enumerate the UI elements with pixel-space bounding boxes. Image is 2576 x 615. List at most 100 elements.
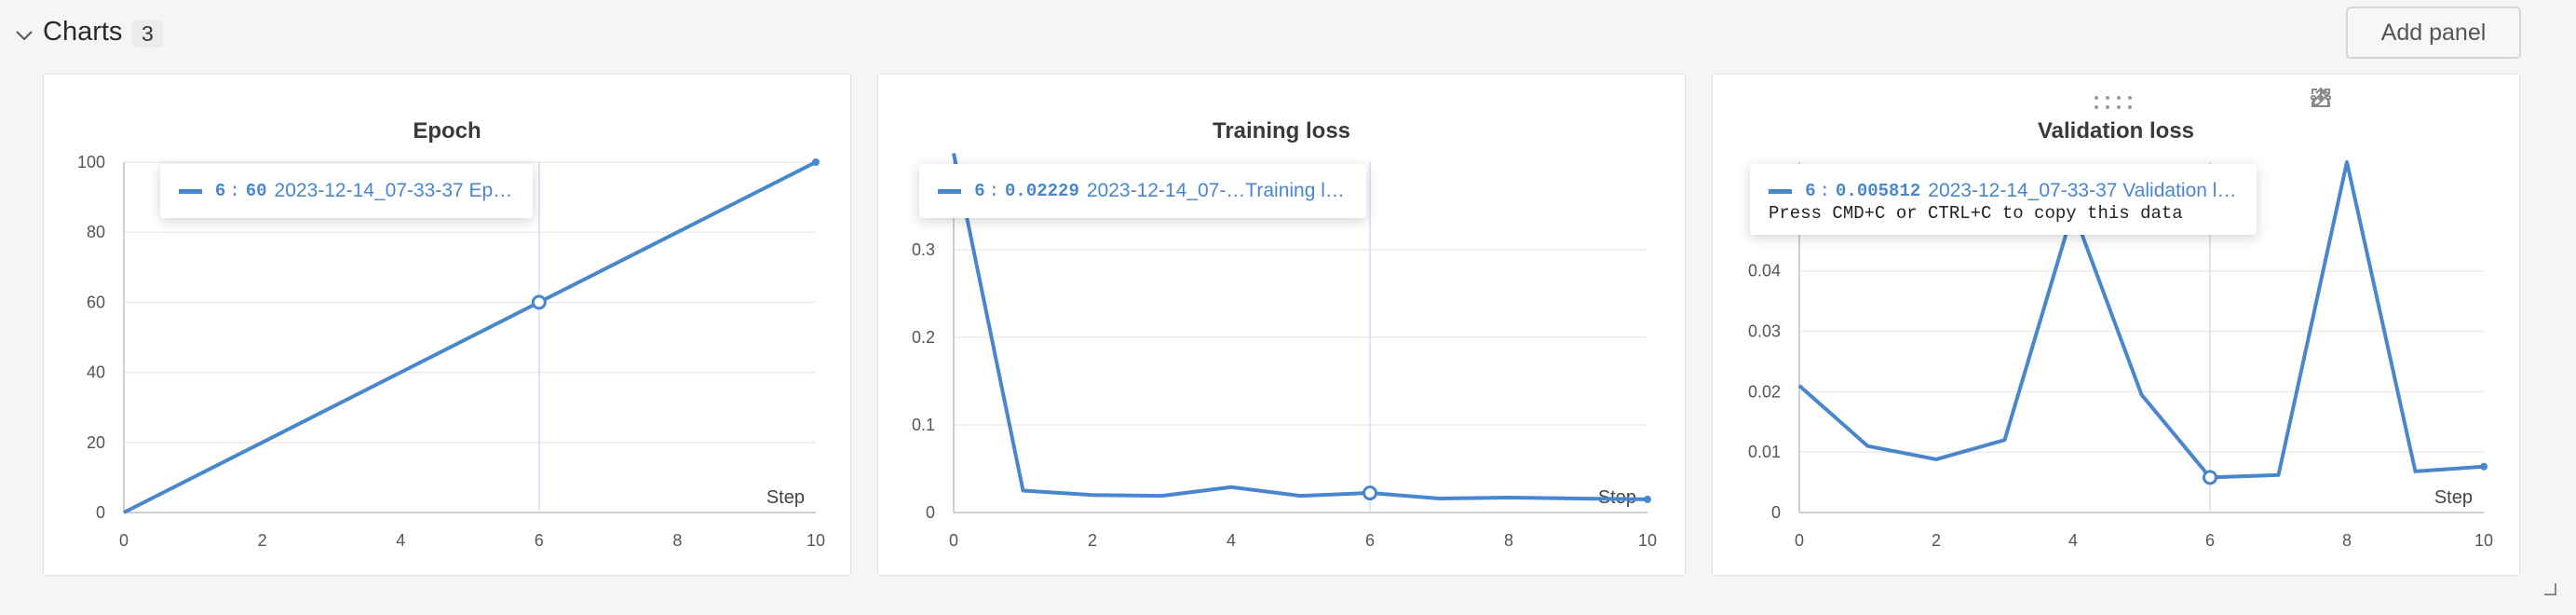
hover-point-marker (1363, 485, 1377, 501)
hover-point-marker (2203, 470, 2217, 485)
x-tick-label: 0 (119, 531, 129, 550)
more-icon[interactable] (2310, 86, 2501, 116)
tooltip-value: 60 (245, 181, 267, 201)
tooltip-value: 0.005812 (1836, 181, 1921, 201)
data-point (331, 406, 332, 408)
x-tick-label: 4 (396, 531, 405, 550)
x-tick-label: 4 (2068, 531, 2078, 550)
data-point (262, 442, 264, 444)
tooltip-step: 6 (1805, 181, 1816, 201)
data-point (2278, 474, 2279, 476)
data-point (1935, 458, 1937, 460)
y-tick-label: 0.01 (1748, 443, 1781, 461)
tooltip-run-name: 2023-12-14_07-33-37 Validation loss (1928, 180, 2238, 201)
panel-toolbar (2309, 86, 2501, 116)
data-point (2004, 439, 2005, 441)
section-count-badge: 3 (132, 20, 163, 48)
add-panel-button[interactable]: Add panel (2346, 7, 2521, 59)
resize-handle-icon[interactable] (2541, 580, 2559, 598)
x-tick-label: 2 (1088, 531, 1097, 550)
x-tick-label: 10 (1638, 531, 1657, 550)
charts-section-header: Charts 3 Add panel (0, 0, 2576, 67)
tooltip-run-name: 2023-12-14_07-…Training loss (1086, 180, 1348, 201)
x-tick-label: 8 (1504, 531, 1513, 550)
training-loss-chart: 00.10.20.30 2 4 6 8 10Step (912, 153, 1657, 550)
data-point (2141, 394, 2142, 396)
data-point (1578, 498, 1579, 499)
data-point (192, 476, 194, 478)
x-tick-label: 0 (949, 531, 958, 550)
panel-title: Training loss (1212, 118, 1351, 144)
x-tick-label: 10 (2474, 531, 2493, 550)
edit-icon[interactable] (2312, 86, 2393, 116)
x-tick-label: 6 (2205, 531, 2215, 550)
y-tick-label: 0.3 (912, 240, 935, 259)
chart-panel-training-loss[interactable]: 0 0.1 0.2 0.3 0 2 4 6 8 10 Step Training loss 6: 0… (877, 74, 1686, 576)
series-swatch (1769, 188, 1793, 194)
data-point (1798, 385, 1800, 387)
fullscreen-icon[interactable] (2312, 86, 2447, 116)
chart-tooltip: 6: 60 2023-12-14_07-33-37 Epoch (160, 164, 533, 218)
x-tick-label: 2 (258, 531, 267, 550)
series-swatch (179, 188, 202, 194)
y-tick-label: 0.1 (912, 416, 935, 434)
data-point (607, 266, 609, 268)
x-axis-label: Step (766, 487, 805, 508)
y-tick-label: 60 (87, 293, 105, 311)
data-point (953, 153, 955, 155)
data-point (2415, 471, 2416, 472)
y-tick-label: 40 (87, 363, 105, 382)
data-point (1091, 494, 1093, 496)
chart-panel-validation-loss[interactable]: 0 0.01 0.02 0.03 0.04 0 2 4 6 8 10 Step Validation … (1712, 74, 2520, 576)
x-tick-label: 6 (535, 531, 544, 550)
data-point (1161, 495, 1162, 497)
data-point (1230, 486, 1232, 488)
tooltip-run-name: 2023-12-14_07-33-37 Epoch (274, 180, 514, 201)
data-point (123, 512, 125, 513)
panel-title: Epoch (413, 118, 481, 144)
chevron-down-icon[interactable] (11, 22, 37, 48)
hover-point-marker (531, 294, 547, 310)
x-tick-label: 10 (807, 531, 825, 550)
drag-handle-icon[interactable] (2093, 93, 2134, 112)
y-tick-label: 100 (77, 153, 105, 171)
end-point-marker (1644, 495, 1651, 503)
y-tick-label: 80 (87, 223, 105, 241)
chart-panel-epoch[interactable]: 0 20 40 60 80 100 0 2 4 6 8 10 Step Epoch 6: 60 2023… (43, 74, 851, 576)
x-tick-label: 6 (1365, 531, 1375, 550)
end-point-marker (812, 158, 820, 166)
x-axis-label: Step (2434, 487, 2473, 508)
data-point (469, 336, 470, 338)
tooltip-value: 0.02229 (1005, 181, 1079, 201)
data-point (400, 372, 401, 374)
section-title[interactable]: Charts (43, 17, 122, 48)
y-tick-label: 0 (926, 503, 935, 522)
y-tick-label: 0.2 (912, 328, 935, 347)
data-point (1023, 490, 1024, 491)
series-swatch (938, 188, 962, 194)
data-point (1439, 498, 1440, 499)
y-tick-label: 0.03 (1748, 322, 1781, 341)
data-point (1508, 497, 1510, 499)
y-tick-label: 0 (1771, 503, 1781, 522)
data-point (676, 231, 678, 233)
y-tick-label: 0.04 (1748, 262, 1781, 280)
chart-tooltip: 6: 0.02229 2023-12-14_07-…Training loss (919, 164, 1366, 218)
tooltip-copy-hint: Press CMD+C or CTRL+C to copy this data (1769, 203, 2183, 224)
data-point (1867, 445, 1868, 447)
tooltip-step: 6 (214, 181, 226, 201)
tooltip-step: 6 (974, 181, 985, 201)
y-tick-label: 20 (87, 433, 105, 452)
x-tick-label: 8 (2342, 531, 2352, 550)
panel-title: Validation loss (2037, 118, 2195, 144)
y-tick-label: 0 (96, 503, 105, 522)
data-point (1300, 495, 1301, 497)
x-tick-label: 2 (1932, 531, 1941, 550)
epoch-chart: 0 20 40 60 80 100 0 2 4 6 8 10 Step (77, 153, 825, 550)
y-tick-label: 0.02 (1748, 382, 1781, 401)
chart-tooltip: 6: 0.005812 2023-12-14_07-33-37 Validati… (1750, 164, 2257, 235)
data-point (746, 197, 748, 198)
validation-loss-chart: 0 0.01 0.02 0.03 0.04 0 2 4 6 8 10 Step (1748, 160, 2493, 550)
end-point-marker (2480, 462, 2488, 471)
x-tick-label: 4 (1227, 531, 1236, 550)
